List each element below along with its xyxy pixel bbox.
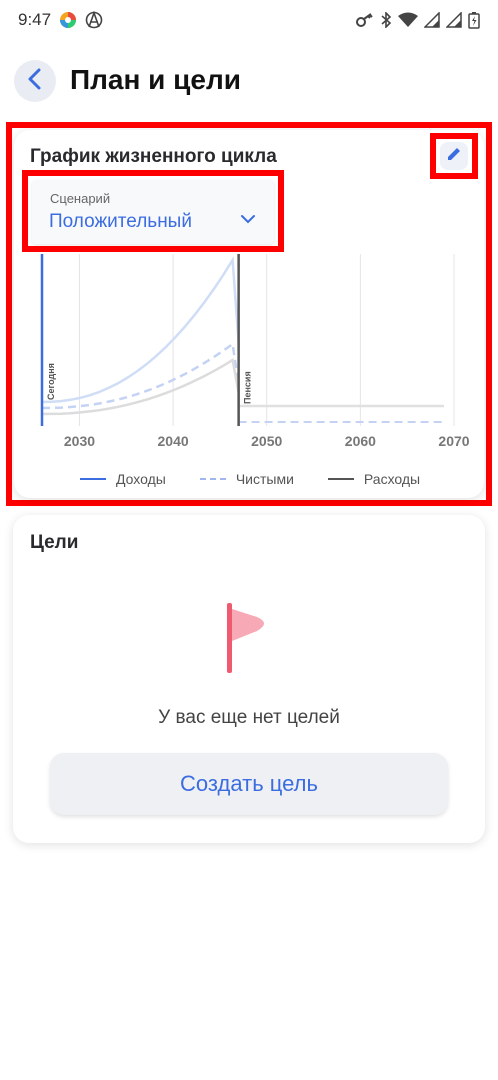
edit-button[interactable]	[430, 133, 478, 179]
goals-card: Цели У вас еще нет целей Создать цель	[13, 515, 485, 843]
flag-icon	[227, 603, 287, 688]
anarchy-icon	[85, 11, 103, 29]
legend-income: Доходы	[80, 471, 166, 487]
legend-expenses: Расходы	[327, 471, 421, 487]
goals-title: Цели	[30, 532, 79, 553]
status-time: 9:47	[18, 10, 52, 29]
retirement-marker-label: Пенсия	[243, 371, 253, 404]
back-button[interactable]	[14, 60, 56, 102]
today-marker-label: Сегодня	[46, 363, 56, 400]
page-title: План и цели	[70, 64, 241, 95]
series-income-line	[41, 256, 240, 404]
empty-goals-text: У вас еще нет целей	[158, 707, 340, 728]
legend-net-label: Чистыми	[235, 471, 294, 487]
edit-button-inner	[440, 142, 468, 170]
status-bar: 9:47	[0, 0, 498, 40]
scenario-selector-highlight: Сценарий Положительный	[22, 170, 284, 252]
legend-net-swatch	[199, 478, 226, 480]
chart-legend: Доходы Чистыми Расходы	[80, 470, 440, 488]
bluetooth-icon	[380, 12, 392, 28]
x-tick-label: 2040	[158, 433, 189, 449]
chevron-down-icon	[240, 212, 256, 230]
x-tick-label: 2070	[438, 433, 469, 449]
wifi-icon	[398, 12, 418, 28]
legend-expenses-label: Расходы	[363, 471, 421, 487]
scenario-value: Положительный	[49, 211, 192, 232]
x-tick-label: 2050	[251, 433, 282, 449]
battery-icon	[468, 11, 480, 29]
scenario-selector[interactable]: Сценарий Положительный	[32, 180, 274, 244]
key-icon	[356, 13, 374, 27]
signal-2-icon	[446, 12, 462, 28]
pencil-icon	[446, 146, 462, 167]
legend-income-label: Доходы	[116, 471, 166, 487]
app-header: План и цели	[0, 58, 498, 104]
signal-icon	[424, 12, 440, 28]
app-color-icon	[59, 11, 77, 29]
x-tick-label: 2060	[345, 433, 376, 449]
legend-expenses-swatch	[327, 478, 354, 480]
create-goal-button[interactable]: Создать цель	[50, 753, 448, 815]
legend-income-swatch	[80, 478, 106, 480]
x-tick-label: 2030	[64, 433, 95, 449]
legend-net: Чистыми	[199, 471, 294, 487]
scenario-label: Сценарий	[50, 191, 111, 206]
chevron-left-icon	[27, 68, 43, 95]
